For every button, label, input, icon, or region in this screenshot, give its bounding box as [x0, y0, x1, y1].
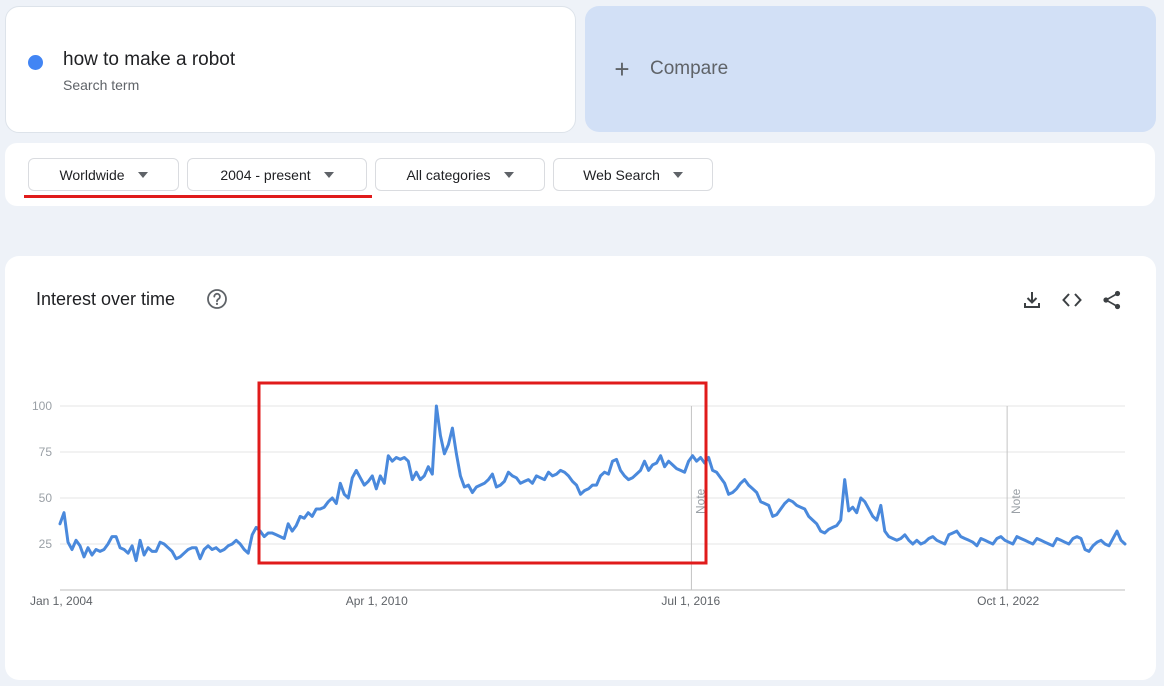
x-tick-label: Apr 1, 2010	[346, 594, 408, 608]
y-tick-label: 50	[39, 491, 53, 505]
x-tick-label: Oct 1, 2022	[977, 594, 1039, 608]
note-label[interactable]: Note	[1009, 488, 1023, 514]
x-tick-label: Jan 1, 2004	[30, 594, 93, 608]
interest-line-chart: 100 75 50 25 Jan 1, 2004 Apr 1, 2010 Jul 1, 2…	[30, 381, 1127, 608]
y-tick-label: 75	[39, 445, 53, 459]
y-tick-label: 100	[32, 399, 52, 413]
y-axis-ticks: 100 75 50 25	[32, 399, 52, 551]
x-axis-ticks: Jan 1, 2004 Apr 1, 2010 Jul 1, 2016 Oct 1, …	[30, 594, 1039, 608]
series-line-how-to-make-a-robot[interactable]	[58, 404, 1127, 563]
x-tick-label: Jul 1, 2016	[661, 594, 720, 608]
y-tick-label: 25	[39, 537, 53, 551]
